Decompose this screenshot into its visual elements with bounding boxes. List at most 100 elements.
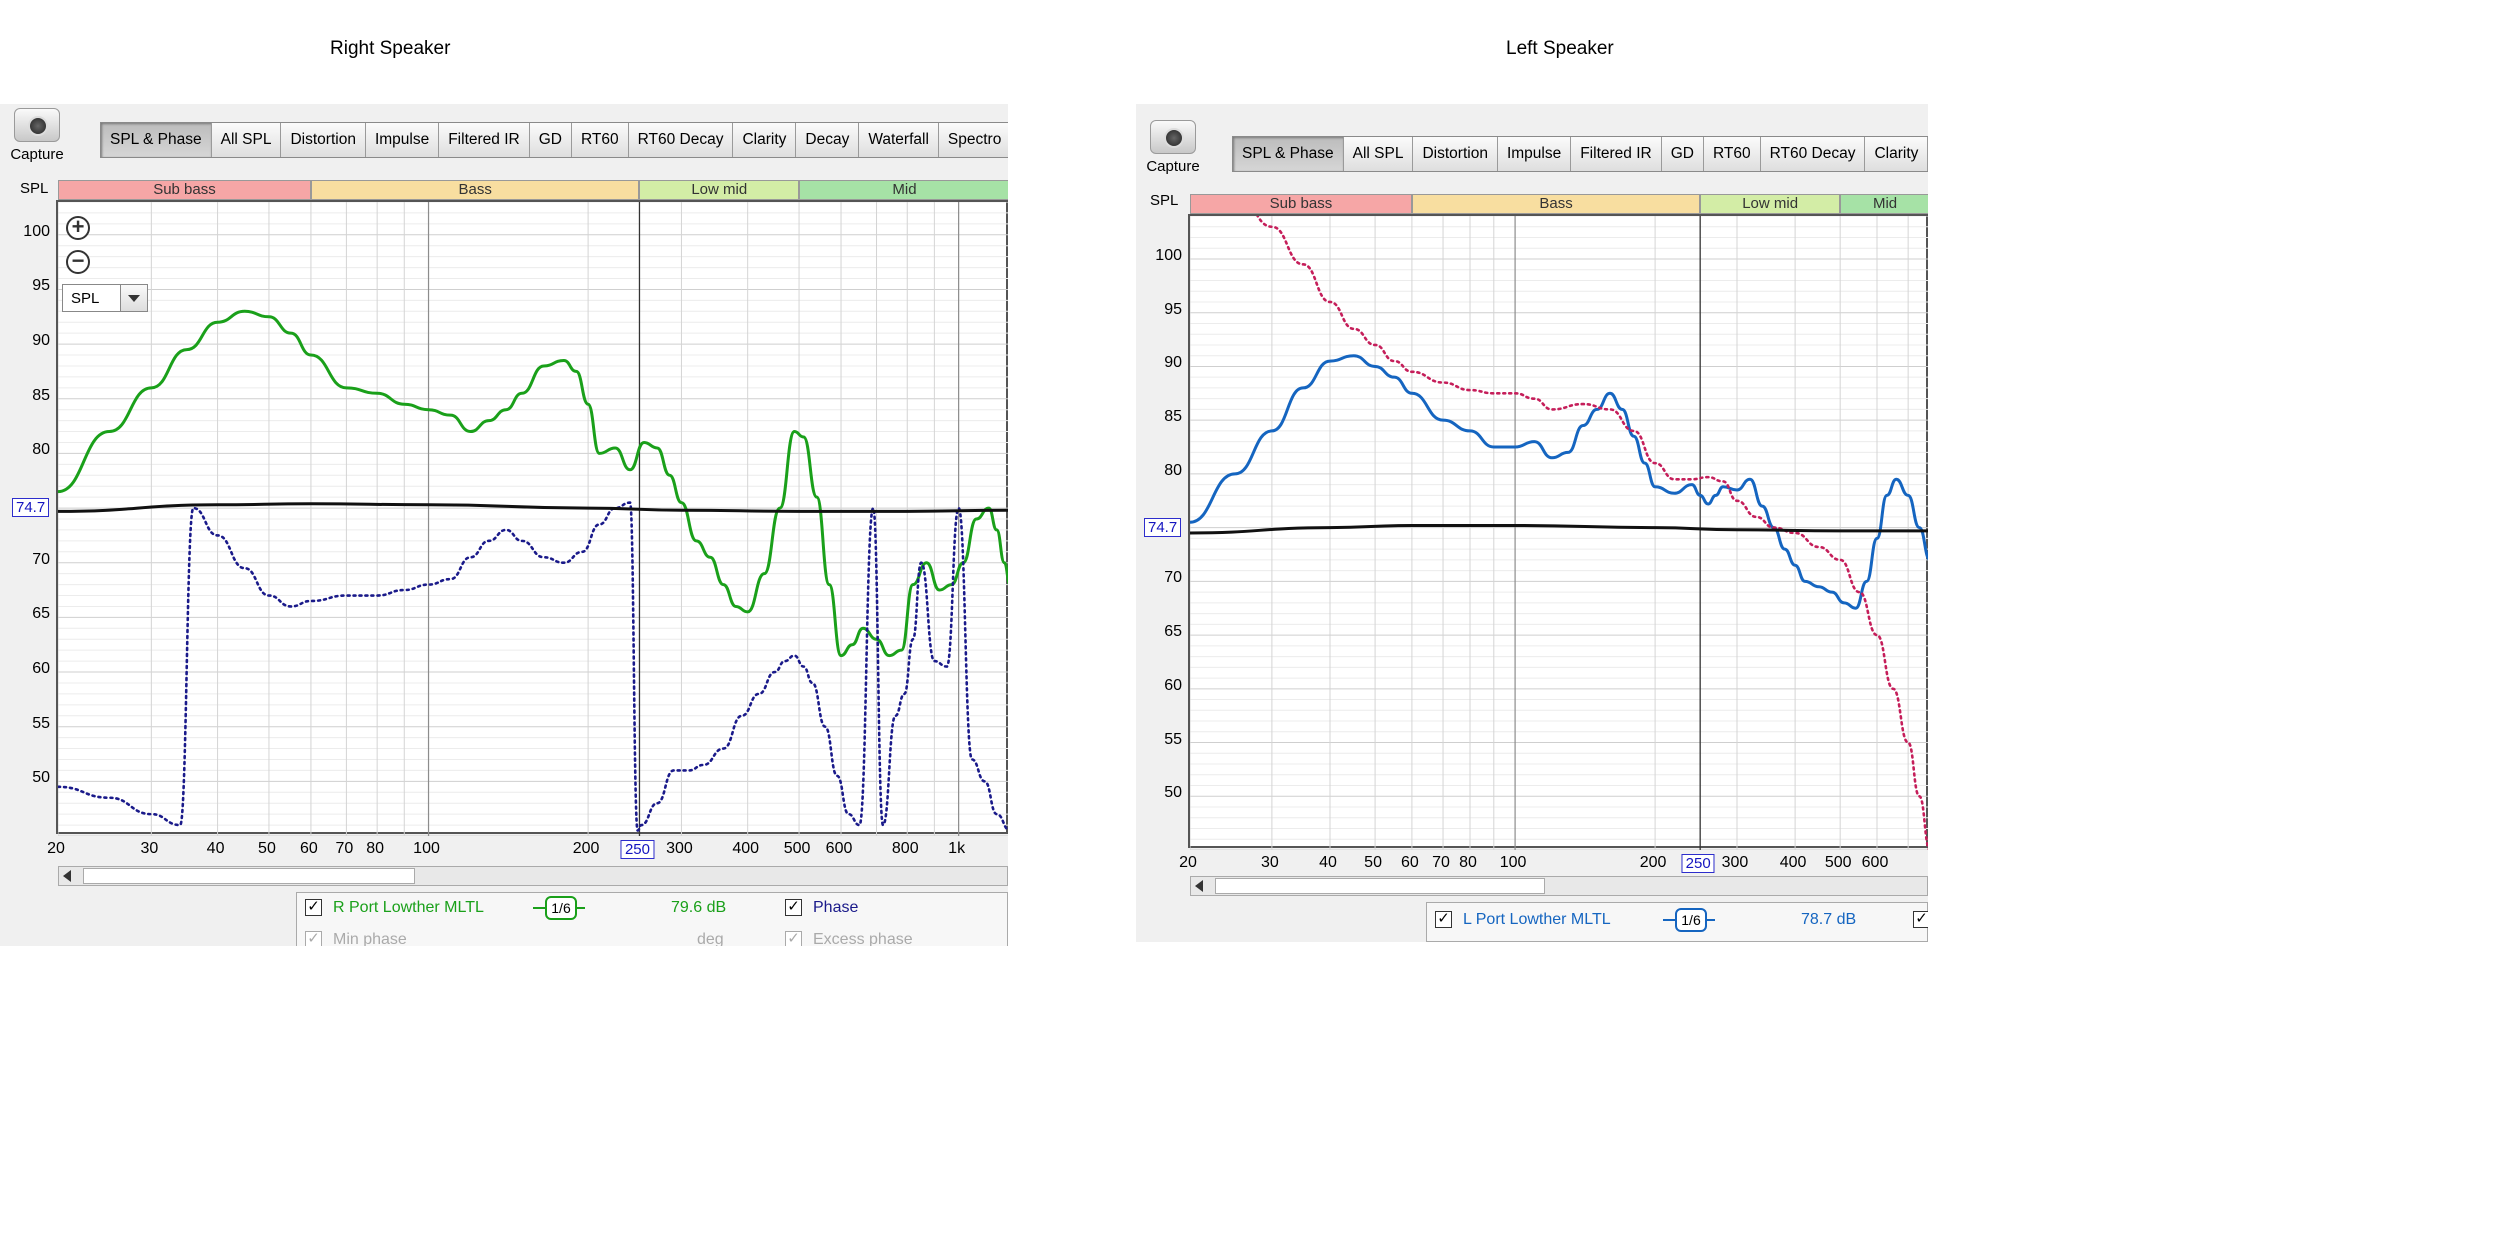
right-tab-rt60-decay[interactable]: RT60 Decay — [628, 123, 734, 157]
frequency-bands: Sub bass Bass Low mid Mid — [58, 180, 1008, 200]
series-reference — [58, 502, 1008, 513]
phase-checkbox[interactable]: ✓ — [785, 899, 802, 916]
y-tick-label: 60 — [1164, 676, 1182, 694]
zoom-out-icon[interactable]: − — [66, 250, 90, 274]
scrollbar-thumb[interactable] — [1215, 878, 1545, 894]
y-cursor-marker[interactable]: 74.7 — [1144, 517, 1182, 537]
left-speaker-title: Left Speaker — [1506, 38, 1614, 59]
x-tick-label: 400 — [732, 840, 760, 857]
x-tick-label: 100 — [1499, 854, 1527, 871]
x-tick-label: 800 — [891, 840, 919, 857]
y-tick-label: 90 — [32, 332, 50, 350]
right-tab-impulse[interactable]: Impulse — [365, 123, 440, 157]
band-sub-bass: Sub bass — [1190, 194, 1412, 214]
right-horizontal-scrollbar[interactable] — [58, 866, 1008, 886]
x-tick-label: 200 — [572, 840, 600, 857]
x-tick-label: 80 — [366, 840, 385, 857]
zoom-in-icon[interactable]: + — [66, 216, 90, 240]
right-tab-spectro[interactable]: Spectro — [938, 123, 1008, 157]
y-tick-label: 85 — [1164, 408, 1182, 426]
left-speaker-panel: Capture SPL & Phase All SPL Distortion Impu… — [1136, 104, 1928, 942]
left-tab-spl-phase[interactable]: SPL & Phase — [1233, 137, 1344, 171]
legend-curve-name: L Port Lowther MLTL — [1463, 911, 1611, 928]
right-legend: ✓ R Port Lowther MLTL 1/6 79.6 dB ✓ Phas… — [296, 892, 1008, 946]
left-horizontal-scrollbar[interactable] — [1190, 876, 1928, 896]
y-tick-label: 65 — [1164, 623, 1182, 641]
capture-button[interactable]: Capture — [4, 108, 70, 163]
y-tick-label: 65 — [32, 605, 50, 623]
band-bass: Bass — [310, 180, 640, 200]
curve-visible-checkbox[interactable]: ✓ — [305, 899, 322, 916]
x-tick-label: 70 — [1432, 854, 1450, 871]
x-tick-label: 30 — [1260, 854, 1279, 871]
y-cursor-marker[interactable]: 74.7 — [12, 498, 50, 518]
scroll-left-icon[interactable] — [1195, 880, 1203, 892]
x-cursor-marker[interactable]: 250 — [620, 840, 654, 859]
x-tick-label: 500 — [1824, 854, 1852, 871]
right-tab-all-spl[interactable]: All SPL — [211, 123, 282, 157]
chevron-down-icon — [120, 285, 147, 311]
left-chart-svg — [1190, 216, 1928, 850]
right-tab-rt60[interactable]: RT60 — [571, 123, 629, 157]
phase-label: Phase — [813, 899, 859, 916]
y-tick-label: 80 — [32, 441, 50, 459]
y-tick-label: 85 — [32, 386, 50, 404]
y-tick-label: 70 — [32, 550, 50, 568]
left-tab-impulse[interactable]: Impulse — [1497, 137, 1572, 171]
curve-visible-checkbox[interactable]: ✓ — [1435, 911, 1452, 928]
x-tick-label: 600 — [1861, 854, 1889, 871]
plot-type-select[interactable]: SPL — [62, 284, 148, 312]
x-tick-label: 70 — [335, 840, 354, 857]
right-speaker-panel: Capture SPL & Phase All SPL Distortion Impu… — [0, 104, 1008, 946]
smoothing-value: 1/6 — [1675, 908, 1707, 932]
x-tick-label: 40 — [206, 840, 225, 857]
band-mid: Mid — [799, 180, 1008, 200]
x-tick-label: 400 — [1779, 854, 1807, 871]
min-phase-checkbox[interactable]: ✓ — [305, 931, 322, 946]
y-tick-label: 60 — [32, 660, 50, 678]
right-tab-gd[interactable]: GD — [529, 123, 572, 157]
left-tab-clarity[interactable]: Clarity — [1865, 137, 1928, 171]
x-tick-label: 200 — [1639, 854, 1667, 871]
y-tick-label: 55 — [32, 714, 50, 732]
y-tick-label: 95 — [1164, 300, 1182, 318]
left-tab-filtered-ir[interactable]: Filtered IR — [1571, 137, 1662, 171]
band-bass: Bass — [1411, 194, 1701, 214]
capture-label: Capture — [10, 146, 64, 163]
left-tab-all-spl[interactable]: All SPL — [1343, 137, 1414, 171]
left-spl-plot[interactable] — [1188, 214, 1928, 850]
x-tick-label: 500 — [783, 840, 811, 857]
y-tick-label: 90 — [1164, 354, 1182, 372]
camera-icon — [1150, 120, 1196, 154]
x-tick-label: 30 — [140, 840, 159, 857]
spl-axis-label: SPL — [20, 180, 49, 197]
left-tab-rt60[interactable]: RT60 — [1703, 137, 1761, 171]
scroll-left-icon[interactable] — [63, 870, 71, 882]
right-tab-distortion[interactable]: Distortion — [281, 123, 366, 157]
right-speaker-title: Right Speaker — [330, 38, 451, 59]
x-tick-label: 300 — [1721, 854, 1749, 871]
right-spl-plot[interactable]: + − SPL — [56, 200, 1008, 836]
smoothing-indicator[interactable]: 1/6 — [1663, 908, 1715, 932]
y-tick-label: 80 — [1164, 461, 1182, 479]
smoothing-indicator[interactable]: 1/6 — [533, 896, 585, 920]
left-tab-gd[interactable]: GD — [1661, 137, 1704, 171]
excess-phase-checkbox[interactable]: ✓ — [785, 931, 802, 946]
right-tab-decay[interactable]: Decay — [796, 123, 860, 157]
right-tab-clarity[interactable]: Clarity — [733, 123, 797, 157]
scrollbar-thumb[interactable] — [83, 868, 415, 884]
right-tab-spl-phase[interactable]: SPL & Phase — [101, 123, 212, 157]
right-tab-filtered-ir[interactable]: Filtered IR — [439, 123, 530, 157]
left-tab-distortion[interactable]: Distortion — [1413, 137, 1498, 171]
plot-type-value: SPL — [71, 290, 100, 307]
right-tab-waterfall[interactable]: Waterfall — [859, 123, 939, 157]
x-tick-label: 600 — [825, 840, 853, 857]
left-tab-rt60-decay[interactable]: RT60 Decay — [1760, 137, 1866, 171]
excess-phase-label: Excess phase — [813, 931, 913, 946]
right-chart-svg — [58, 202, 1008, 836]
x-cursor-marker[interactable]: 250 — [1681, 854, 1715, 873]
camera-icon — [14, 108, 60, 142]
y-tick-label: 55 — [1164, 730, 1182, 748]
phase-checkbox[interactable]: ✓ — [1913, 911, 1928, 928]
capture-button[interactable]: Capture — [1140, 120, 1206, 175]
